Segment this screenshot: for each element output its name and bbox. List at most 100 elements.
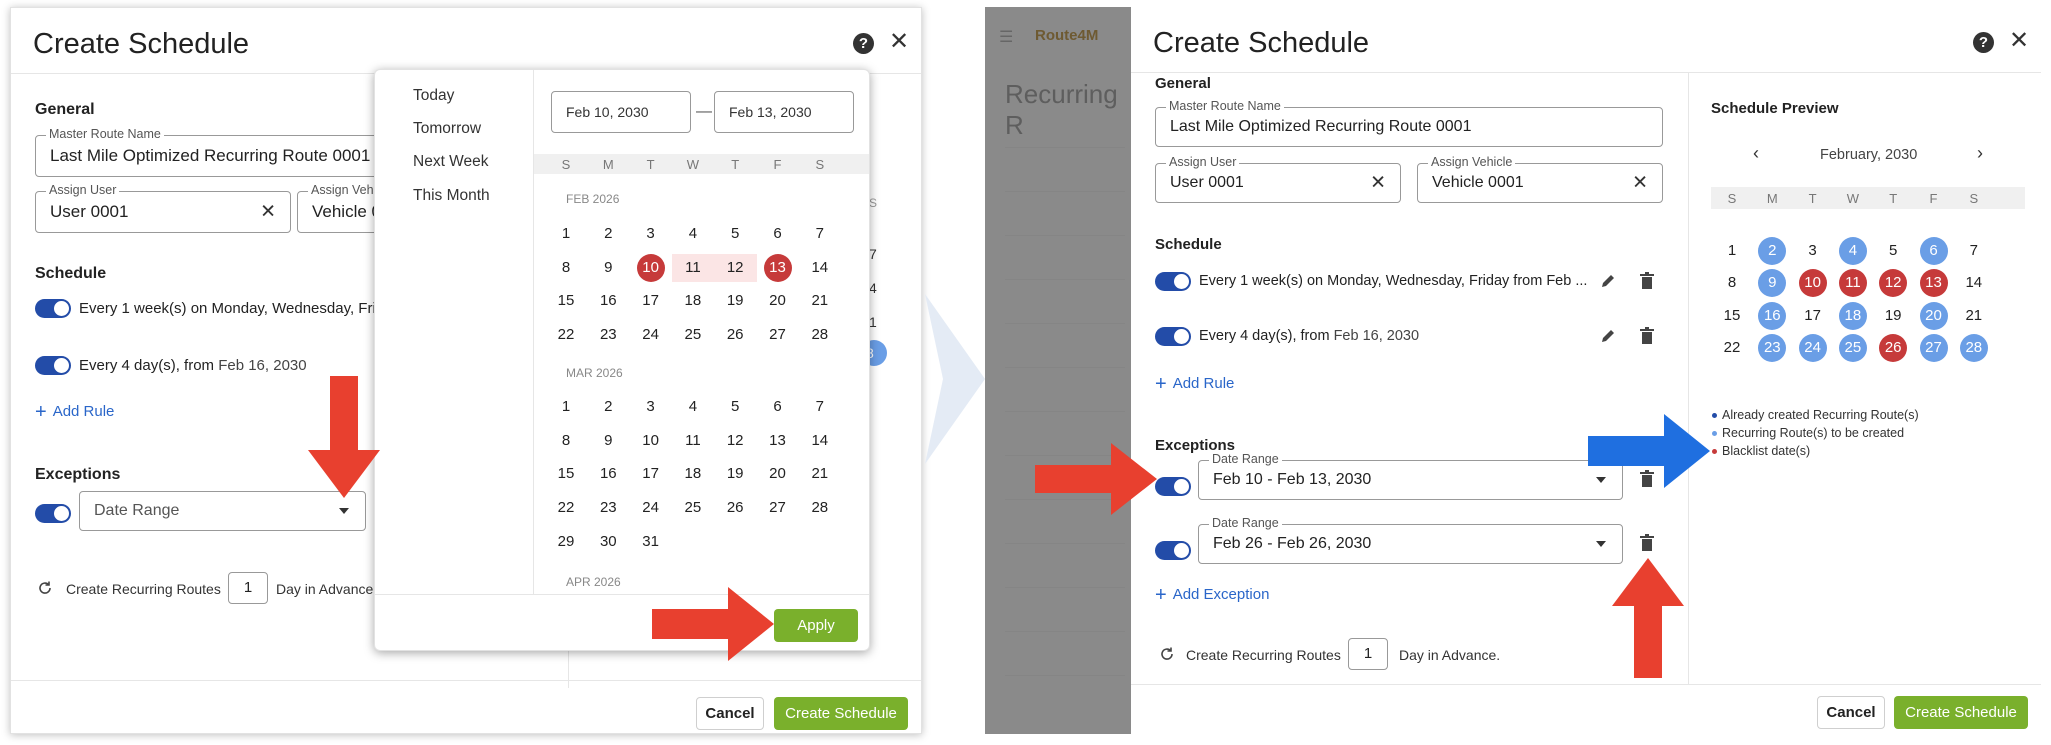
calendar-day[interactable]: 17 [637,287,665,315]
calendar-day[interactable]: 16 [594,460,622,488]
calendar-day[interactable]: 10 [637,427,665,455]
calendar-day[interactable]: 17 [637,460,665,488]
calendar-day[interactable]: 13 [764,427,792,455]
calendar-day[interactable]: 19 [721,460,749,488]
calendar-day[interactable]: 8 [552,427,580,455]
quick-tomorrow[interactable]: Tomorrow [413,120,481,138]
calendar-day[interactable]: 5 [721,220,749,248]
calendar-day[interactable]: 7 [806,393,834,421]
assign-vehicle-field[interactable]: Assign Vehicle Vehicle 0001 ✕ [1417,155,1663,203]
calendar-day[interactable]: 16 [594,287,622,315]
calendar-day[interactable]: 8 [552,254,580,282]
calendar-day[interactable]: 12 [721,427,749,455]
edit-rule2-icon[interactable] [1600,328,1616,344]
calendar-day[interactable]: 10 [636,253,665,282]
calendar-day[interactable]: 1 [552,393,580,421]
calendar-day[interactable]: 2 [594,393,622,421]
start-date-input[interactable]: Feb 10, 2030 [551,91,691,133]
calendar-day[interactable]: 30 [594,528,622,556]
calendar-day[interactable]: 22 [552,494,580,522]
calendar-day[interactable]: 3 [637,393,665,421]
create-schedule-button[interactable]: Create Schedule [774,697,908,730]
calendar-day[interactable]: 29 [552,528,580,556]
calendar-day[interactable]: 18 [679,460,707,488]
calendar-day[interactable]: 26 [721,321,749,349]
delete-rule1-icon[interactable] [1639,272,1655,290]
master-route-name-field[interactable]: Master Route Name Last Mile Optimized Re… [1155,99,1663,147]
clear-icon[interactable]: ✕ [1370,172,1386,195]
calendar-day[interactable]: 24 [637,321,665,349]
exception-toggle[interactable] [35,504,71,523]
exception1-date-range[interactable]: Date Range Feb 10 - Feb 13, 2030 [1198,452,1623,500]
calendar-day[interactable]: 22 [552,321,580,349]
delete-exception2-icon[interactable] [1639,534,1655,552]
quick-this-month[interactable]: This Month [413,187,490,205]
create-schedule-button[interactable]: Create Schedule [1894,696,2028,729]
days-in-advance-input[interactable]: 1 [1348,638,1388,670]
calendar-day[interactable]: 24 [637,494,665,522]
help-icon[interactable]: ? [1973,32,1994,53]
calendar-day[interactable]: 27 [764,494,792,522]
calendar-day[interactable]: 4 [679,220,707,248]
calendar-day[interactable]: 15 [552,460,580,488]
rule2-toggle[interactable] [1155,327,1191,346]
close-icon[interactable]: ✕ [2009,29,2029,53]
add-rule-link[interactable]: + Add Rule [1155,371,1234,395]
cancel-button[interactable]: Cancel [1817,696,1885,729]
delete-rule2-icon[interactable] [1639,327,1655,345]
assign-user-field[interactable]: Assign User User 0001 ✕ [1155,155,1401,203]
master-route-name-field[interactable]: Master Route Name Last Mile Optimized Re… [35,127,395,177]
exception2-date-range[interactable]: Date Range Feb 26 - Feb 26, 2030 [1198,516,1623,564]
end-date-input[interactable]: Feb 13, 2030 [714,91,854,133]
calendar-day[interactable]: 28 [806,321,834,349]
clear-icon[interactable]: ✕ [1632,172,1648,195]
calendar-day[interactable]: 21 [806,460,834,488]
help-icon[interactable]: ? [853,33,874,54]
calendar-day[interactable]: 2 [594,220,622,248]
calendar-day[interactable]: 28 [806,494,834,522]
rule1-toggle[interactable] [1155,272,1191,291]
calendar-day[interactable]: 6 [764,393,792,421]
calendar-day[interactable]: 1 [552,220,580,248]
rule1-toggle[interactable] [35,299,71,318]
calendar-day[interactable]: 31 [637,528,665,556]
days-in-advance-input[interactable]: 1 [228,572,268,604]
calendar-day[interactable]: 3 [637,220,665,248]
calendar-day[interactable]: 11 [679,427,707,455]
close-icon[interactable]: ✕ [889,30,909,54]
clear-icon[interactable]: ✕ [260,201,276,224]
calendar-day[interactable]: 9 [594,427,622,455]
exception2-toggle[interactable] [1155,541,1191,560]
calendar-day[interactable]: 18 [679,287,707,315]
calendar-day[interactable]: 25 [679,494,707,522]
calendar-day[interactable]: 5 [721,393,749,421]
apply-button[interactable]: Apply [774,609,858,642]
calendar-day[interactable]: 13 [763,253,792,282]
assign-user-field[interactable]: Assign User User 0001 ✕ [35,183,291,233]
calendar-day[interactable]: 26 [721,494,749,522]
calendar-day[interactable]: 6 [764,220,792,248]
add-exception-link[interactable]: + Add Exception [1155,582,1269,606]
calendar-day[interactable]: 23 [594,494,622,522]
calendar-day[interactable]: 4 [679,393,707,421]
calendar-day[interactable]: 19 [721,287,749,315]
chevron-right-icon[interactable]: › [1977,143,1983,164]
calendar-day[interactable]: 23 [594,321,622,349]
quick-next-week[interactable]: Next Week [413,153,489,171]
exception1-toggle[interactable] [1155,477,1191,496]
rule2-toggle[interactable] [35,356,71,375]
calendar-day[interactable]: 27 [764,321,792,349]
calendar-day[interactable]: 14 [806,254,834,282]
calendar-day[interactable]: 9 [594,254,622,282]
calendar-day[interactable]: 25 [679,321,707,349]
calendar-day[interactable]: 20 [764,460,792,488]
calendar-day[interactable]: 11 [679,254,707,282]
calendar-day[interactable]: 20 [764,287,792,315]
edit-rule1-icon[interactable] [1600,273,1616,289]
add-rule-link[interactable]: + Add Rule [35,399,114,423]
calendar-day[interactable]: 21 [806,287,834,315]
quick-today[interactable]: Today [413,87,454,105]
calendar-day[interactable]: 15 [552,287,580,315]
calendar-day[interactable]: 12 [721,254,749,282]
cancel-button[interactable]: Cancel [696,697,764,730]
